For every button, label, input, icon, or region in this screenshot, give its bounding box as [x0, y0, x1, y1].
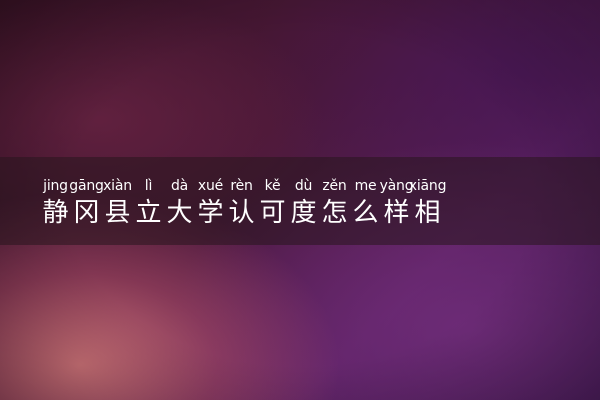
title-char-12: yàng 样	[380, 178, 414, 228]
title-char-7: rèn 认	[226, 178, 257, 228]
pinyin: rèn	[230, 178, 253, 194]
pinyin: me	[354, 178, 377, 194]
pinyin: dà	[170, 178, 189, 194]
hanzi: 么	[352, 198, 379, 228]
hanzi: 学	[197, 198, 224, 228]
background-canvas: jing 静 gāng 冈 xiàn 县 lì 立 dà 大 xué 学 rèn…	[0, 0, 600, 400]
title-char-1: jing 静	[40, 178, 71, 228]
title-char-4: lì 立	[133, 178, 164, 228]
hanzi: 静	[42, 198, 69, 228]
hanzi: 县	[104, 198, 131, 228]
hanzi: 大	[166, 198, 193, 228]
title-char-5: dà 大	[164, 178, 195, 228]
title-char-9: dù 度	[288, 178, 319, 228]
title-char-8: kě 可	[257, 178, 288, 228]
title-char-11: me 么	[350, 178, 381, 228]
pinyin: dù	[294, 178, 313, 194]
pinyin: kě	[264, 178, 281, 194]
pinyin: zěn	[322, 178, 347, 194]
hanzi: 样	[383, 198, 410, 228]
pinyin: lì	[144, 178, 153, 194]
title-char-13: xiāng 相	[409, 178, 447, 228]
title-char-3: xiàn 县	[102, 178, 133, 228]
pinyin: xué	[197, 178, 224, 194]
hanzi: 相	[414, 198, 441, 228]
hanzi: 认	[228, 198, 255, 228]
hanzi: 怎	[321, 198, 348, 228]
title-char-6: xué 学	[195, 178, 226, 228]
pinyin: xiàn	[103, 178, 132, 194]
title-char-2: gāng 冈	[69, 178, 104, 228]
title-row: jing 静 gāng 冈 xiàn 县 lì 立 dà 大 xué 学 rèn…	[40, 178, 600, 240]
pinyin: gāng	[69, 178, 104, 194]
hanzi: 可	[259, 198, 286, 228]
hanzi: 立	[135, 198, 162, 228]
hanzi: 冈	[73, 198, 100, 228]
title-char-10: zěn 怎	[319, 178, 350, 228]
pinyin: jing	[43, 178, 68, 194]
hanzi: 度	[290, 198, 317, 228]
pinyin: xiāng	[408, 178, 447, 194]
